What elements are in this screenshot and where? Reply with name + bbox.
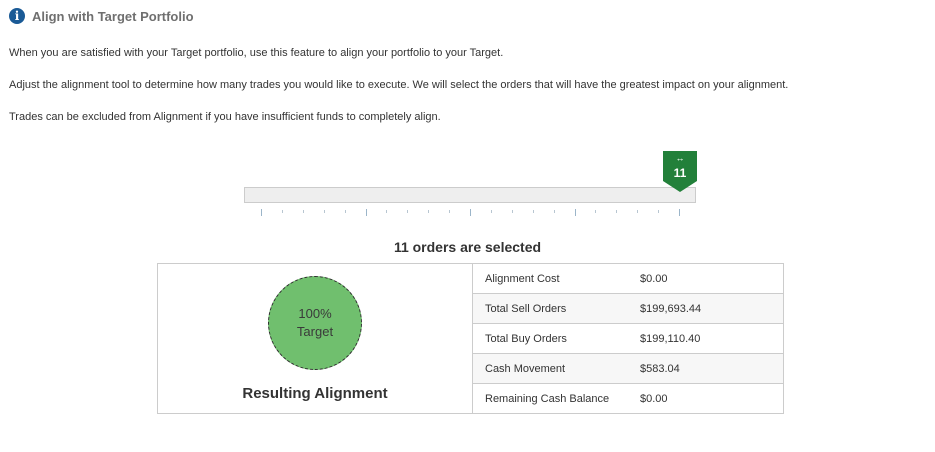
summary-row: Alignment Cost $0.00 (473, 264, 783, 294)
instruction-text-1: When you are satisfied with your Target … (9, 47, 504, 59)
row-value: $583.04 (640, 362, 680, 375)
slider-tick (302, 210, 304, 213)
slider-tick (386, 210, 388, 213)
summary-row: Total Sell Orders $199,693.44 (473, 294, 783, 324)
row-value: $199,110.40 (640, 332, 701, 345)
alignment-target-label: Target (296, 324, 334, 339)
info-icon: i (9, 8, 25, 24)
orders-selected-heading: 11 orders are selected (393, 239, 542, 255)
row-label: Total Sell Orders (485, 302, 567, 315)
row-value: $0.00 (640, 392, 668, 405)
drag-arrows-icon: ↔ (675, 153, 685, 163)
slider-ticks (244, 209, 696, 221)
slider-tick (553, 210, 555, 213)
slider-tick (574, 209, 576, 216)
row-label: Alignment Cost (485, 272, 560, 285)
slider-tick (261, 209, 262, 216)
slider-tick (323, 210, 325, 213)
slider-tick (532, 210, 534, 213)
alignment-slider-handle[interactable]: ↔ 11 (663, 151, 697, 192)
slider-tick (595, 210, 597, 213)
slider-tick (658, 210, 660, 213)
alignment-circle: 100% Target (268, 276, 362, 370)
resulting-alignment-title: Resulting Alignment (242, 385, 388, 402)
summary-table: Alignment Cost $0.00 Total Sell Orders $… (473, 264, 783, 413)
slider-tick (511, 210, 513, 213)
slider-value: 11 (673, 166, 687, 180)
slider-tick (428, 210, 430, 213)
row-label: Total Buy Orders (485, 332, 567, 345)
row-label: Cash Movement (485, 362, 566, 375)
row-label: Remaining Cash Balance (485, 392, 610, 405)
row-value: $0.00 (640, 272, 668, 285)
instruction-text-2: Adjust the alignment tool to determine h… (9, 79, 789, 91)
slider-tick (449, 210, 451, 213)
page-title: Align with Target Portfolio (32, 8, 194, 24)
slider-tick (637, 210, 639, 213)
page-header: i Align with Target Portfolio (9, 8, 194, 24)
summary-row: Remaining Cash Balance $0.00 (473, 384, 783, 413)
slider-tick (365, 209, 367, 216)
alignment-panel: 100% Target Resulting Alignment (158, 264, 473, 413)
slider-tick (407, 210, 409, 213)
alignment-summary: 100% Target Resulting Alignment Alignmen… (157, 263, 784, 414)
alignment-percent: 100% (298, 306, 332, 321)
summary-row: Cash Movement $583.04 (473, 354, 783, 384)
row-value: $199,693.44 (640, 302, 702, 315)
alignment-slider-track[interactable] (244, 187, 696, 203)
slider-tick (281, 210, 283, 213)
slider-tick (470, 209, 471, 216)
instruction-text-3: Trades can be excluded from Alignment if… (9, 111, 441, 123)
slider-tick (616, 210, 618, 213)
slider-tick (490, 210, 492, 213)
slider-tick (679, 209, 680, 216)
slider-tick (344, 210, 346, 213)
summary-row: Total Buy Orders $199,110.40 (473, 324, 783, 354)
